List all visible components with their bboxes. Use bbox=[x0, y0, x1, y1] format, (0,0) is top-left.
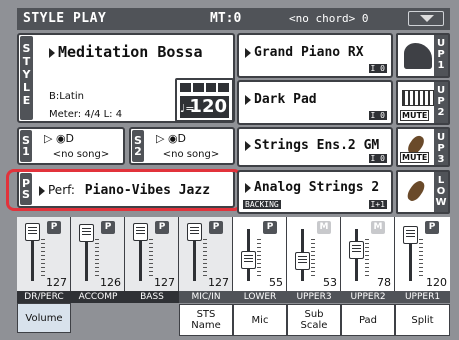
up2-label: UP2 bbox=[434, 82, 448, 123]
beat-indicator bbox=[180, 83, 229, 92]
play-toggle[interactable]: P bbox=[209, 221, 223, 234]
play-toggle[interactable]: P bbox=[425, 221, 439, 234]
tab-pad[interactable]: Pad bbox=[341, 304, 395, 336]
tab-volume[interactable]: Volume bbox=[17, 303, 71, 333]
label-drperc: DR/PERC bbox=[17, 291, 71, 303]
page-menu-button[interactable] bbox=[408, 11, 444, 26]
play-toggle[interactable]: P bbox=[263, 221, 277, 234]
label-micin: MIC/IN bbox=[179, 291, 233, 303]
s1-label: S1 bbox=[20, 130, 32, 162]
sound-upper2[interactable]: Dark Pad I 0 bbox=[237, 80, 393, 125]
style-play-screen: STYLE PLAY MT:0 <no chord> 0 STYLE Medit… bbox=[0, 0, 459, 340]
tempo-display[interactable]: 120 ♩= bbox=[175, 78, 234, 122]
disc-icon: ▷ ◉D bbox=[156, 132, 187, 145]
tab-split[interactable]: Split bbox=[395, 304, 450, 336]
upper1-icon-button[interactable]: UP1 bbox=[396, 33, 450, 78]
song-player-1[interactable]: S1 ▷ ◉D <no song> bbox=[17, 127, 125, 165]
label-upper1: UPPER1 bbox=[395, 291, 450, 303]
fader-knob[interactable] bbox=[403, 226, 418, 244]
play-toggle[interactable]: P bbox=[47, 221, 61, 234]
channel-value: 126 bbox=[100, 276, 121, 289]
play-triangle-icon bbox=[245, 47, 251, 58]
header-bar: STYLE PLAY MT:0 <no chord> 0 bbox=[17, 8, 450, 30]
channel-upper2: M 78 bbox=[341, 217, 395, 291]
label-upper3: UPPER3 bbox=[287, 291, 341, 303]
mute-badge: MUTE bbox=[400, 110, 430, 121]
selection-highlight bbox=[6, 169, 242, 211]
sound-upper1[interactable]: Grand Piano RX I 0 bbox=[237, 33, 393, 78]
tab-mic[interactable]: Mic bbox=[233, 304, 287, 336]
channel-micin: P 127 bbox=[179, 217, 233, 291]
sound-upper3[interactable]: Strings Ens.2 GM I 0 bbox=[237, 127, 393, 167]
style-side-label: STYLE bbox=[20, 36, 33, 120]
octave-tag: I 0 bbox=[368, 64, 387, 73]
fader-knob[interactable] bbox=[349, 241, 364, 259]
channel-value: 53 bbox=[323, 276, 337, 289]
keyboard-icon bbox=[402, 90, 434, 106]
style-meter: Meter: 4/4 L: 4 bbox=[49, 109, 123, 120]
octave-tag: I 0 bbox=[368, 154, 387, 163]
page-title: STYLE PLAY bbox=[23, 11, 107, 26]
song2-name: <no song> bbox=[162, 149, 220, 160]
chord-display: <no chord> 0 bbox=[289, 12, 369, 25]
lower-icon-button[interactable]: LOW bbox=[396, 170, 450, 214]
style-bank: B:Latin bbox=[49, 91, 84, 102]
play-toggle[interactable]: P bbox=[155, 221, 169, 234]
label-lower: LOWER bbox=[233, 291, 287, 303]
low-label: LOW bbox=[434, 172, 448, 212]
channel-value: 78 bbox=[377, 276, 391, 289]
violin-icon bbox=[404, 178, 428, 204]
label-bass: BASS bbox=[125, 291, 179, 303]
style-name: Meditation Bossa bbox=[49, 43, 203, 61]
mute-toggle[interactable]: M bbox=[371, 221, 385, 234]
mixer-section: P 127 P 126 P 127 P 127 P 55 M 53 M 78 P 120 DR/… bbox=[17, 217, 450, 336]
channel-value: 120 bbox=[426, 276, 447, 289]
octave-tag: I+1 bbox=[368, 200, 387, 209]
upper2-icon-button[interactable]: MUTE UP2 bbox=[396, 80, 450, 125]
disc-icon: ▷ ◉D bbox=[44, 132, 75, 145]
tab-sts-name[interactable]: STS Name bbox=[179, 304, 233, 336]
upper3-icon-button[interactable]: MUTE UP3 bbox=[396, 127, 450, 167]
s2-label: S2 bbox=[132, 130, 144, 162]
play-triangle-icon bbox=[245, 94, 251, 105]
song-player-2[interactable]: S2 ▷ ◉D <no song> bbox=[129, 127, 235, 165]
play-toggle[interactable]: P bbox=[101, 221, 115, 234]
channel-bass: P 127 bbox=[125, 217, 179, 291]
channel-value: 127 bbox=[46, 276, 67, 289]
fader-knob[interactable] bbox=[133, 223, 148, 241]
channel-drperc: P 127 bbox=[17, 217, 71, 291]
play-triangle-icon bbox=[245, 140, 251, 151]
play-triangle-icon bbox=[49, 47, 55, 58]
sound-lower[interactable]: Analog Strings 2 BACKING I+1 bbox=[237, 170, 393, 214]
fader-knob[interactable] bbox=[79, 224, 94, 242]
channel-upper1: P 120 bbox=[395, 217, 450, 291]
play-triangle-icon bbox=[245, 182, 251, 193]
channel-upper3: M 53 bbox=[287, 217, 341, 291]
backing-tag: BACKING bbox=[243, 200, 281, 209]
fader-knob[interactable] bbox=[241, 251, 256, 269]
song1-name: <no song> bbox=[52, 149, 110, 160]
channel-value: 55 bbox=[269, 276, 283, 289]
channel-value: 127 bbox=[154, 276, 175, 289]
channel-accomp: P 126 bbox=[71, 217, 125, 291]
tab-sub-scale[interactable]: Sub Scale bbox=[287, 304, 341, 336]
up1-label: UP1 bbox=[434, 35, 448, 76]
quarter-note-icon: ♩= bbox=[180, 102, 195, 115]
channel-value: 127 bbox=[208, 276, 229, 289]
fader-knob[interactable] bbox=[295, 252, 310, 270]
fader-knob[interactable] bbox=[187, 223, 202, 241]
mute-badge: MUTE bbox=[400, 152, 430, 163]
style-panel[interactable]: STYLE Meditation Bossa B:Latin Meter: 4/… bbox=[17, 33, 235, 123]
label-upper2: UPPER2 bbox=[341, 291, 395, 303]
label-accomp: ACCOMP bbox=[71, 291, 125, 303]
mute-toggle[interactable]: M bbox=[317, 221, 331, 234]
channel-lower: P 55 bbox=[233, 217, 287, 291]
master-transpose: MT:0 bbox=[210, 11, 242, 26]
grand-piano-icon bbox=[404, 43, 432, 69]
fader-knob[interactable] bbox=[25, 223, 40, 241]
octave-tag: I 0 bbox=[368, 111, 387, 120]
up3-label: UP3 bbox=[434, 129, 448, 165]
